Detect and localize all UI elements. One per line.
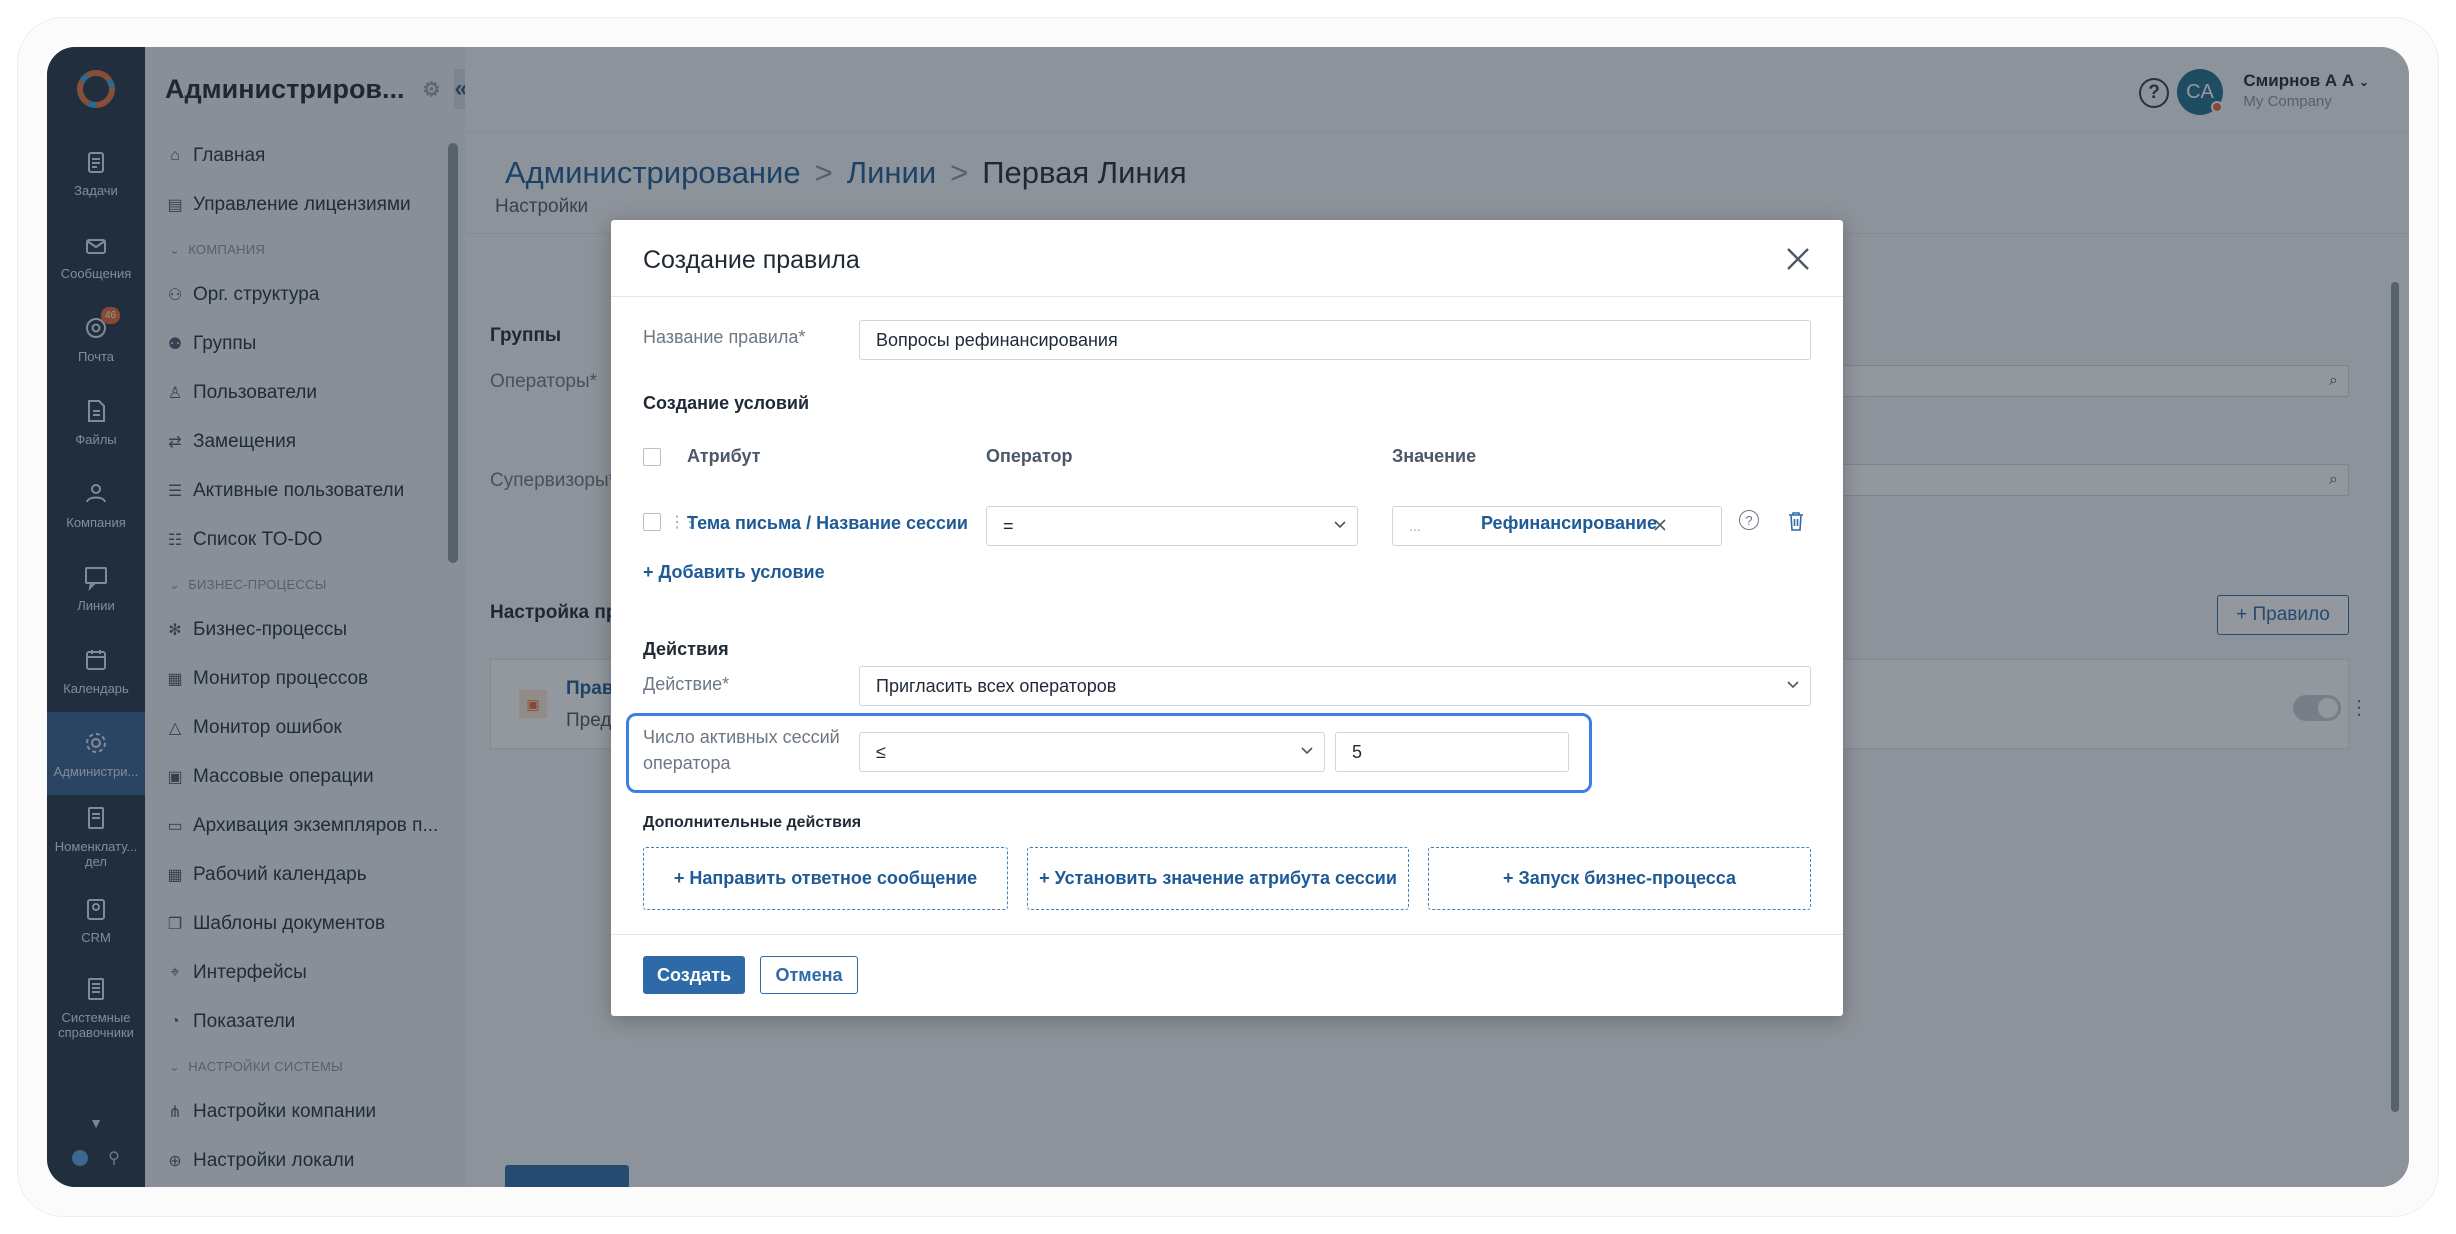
operator-value: = [1003, 515, 1014, 536]
remove-tag-icon[interactable] [1652, 517, 1668, 533]
create-rule-dialog: Создание правила Название правила* Вопро… [611, 220, 1843, 1016]
action-label: Действие* [643, 674, 730, 694]
help-icon[interactable]: ? [1739, 510, 1759, 530]
sessions-operator-value: ≤ [876, 741, 886, 762]
col-attribute: Атрибут [687, 446, 761, 466]
divider [611, 296, 1843, 297]
condition-operator-select[interactable]: = [986, 506, 1358, 546]
value-prefix: ... [1409, 518, 1421, 534]
condition-checkbox[interactable] [643, 513, 661, 531]
action-value: Пригласить всех операторов [876, 675, 1117, 696]
chevron-down-icon [1787, 681, 1799, 689]
active-sessions-label: Число активных сессий оператора [643, 727, 840, 773]
add-condition-link[interactable]: + Добавить условие [643, 562, 825, 583]
conditions-heading: Создание условий [643, 393, 810, 413]
start-business-process-button[interactable]: + Запуск бизнес-процесса [1428, 847, 1811, 910]
chevron-down-icon [1301, 747, 1313, 755]
dialog-title: Создание правила [643, 246, 860, 274]
divider [611, 934, 1843, 935]
actions-heading: Действия [643, 639, 729, 659]
set-session-attribute-button[interactable]: + Установить значение атрибута сессии [1027, 847, 1409, 910]
extra-actions-heading: Дополнительные действия [643, 814, 862, 831]
action-select[interactable]: Пригласить всех операторов [859, 666, 1811, 706]
condition-attribute[interactable]: Тема письма / Название сессии [687, 513, 968, 534]
chevron-down-icon [1334, 521, 1346, 529]
select-all-checkbox[interactable] [643, 448, 661, 466]
col-operator: Оператор [986, 446, 1073, 466]
rule-name-input[interactable]: Вопросы рефинансирования [859, 320, 1811, 360]
col-value: Значение [1392, 446, 1477, 466]
rule-name-label: Название правила* [643, 327, 806, 347]
value-tag: Рефинансирование [1481, 513, 1657, 533]
create-button[interactable]: Создать [643, 956, 745, 994]
close-icon[interactable] [1785, 246, 1811, 272]
cancel-button[interactable]: Отмена [760, 956, 858, 994]
send-reply-button[interactable]: + Направить ответное сообщение [643, 847, 1008, 910]
sessions-value-input[interactable]: 5 [1335, 732, 1569, 772]
sessions-operator-select[interactable]: ≤ [859, 732, 1325, 772]
trash-icon[interactable] [1786, 510, 1806, 532]
